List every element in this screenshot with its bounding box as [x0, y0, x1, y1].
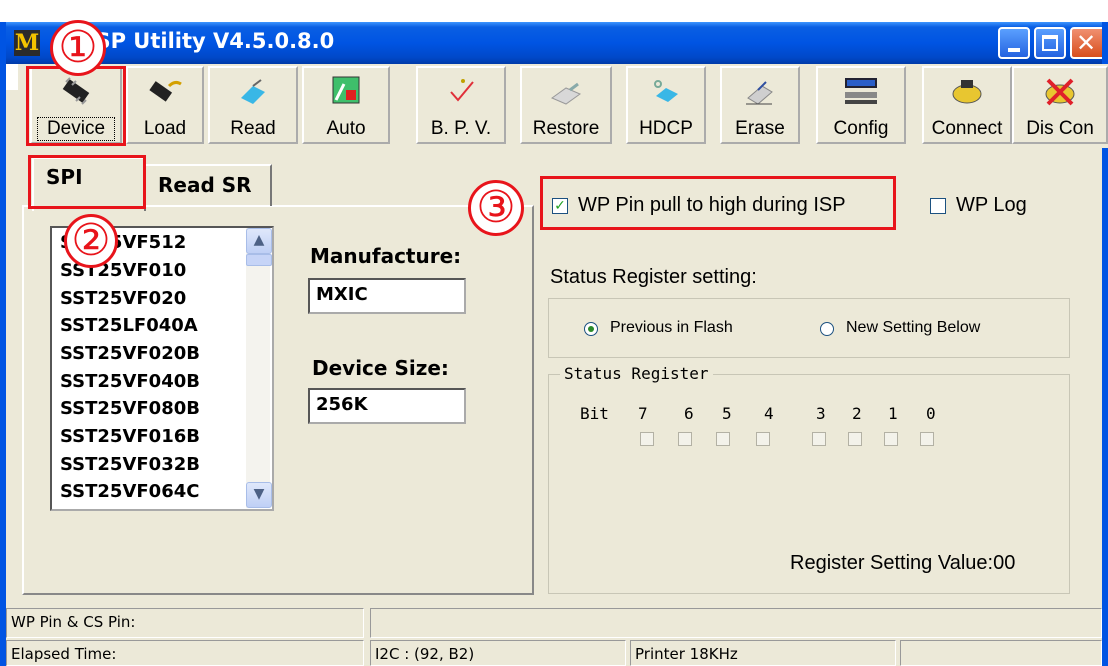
- config-button[interactable]: Config: [816, 66, 906, 144]
- status-panel-empty-2: [900, 640, 1102, 666]
- device-listbox[interactable]: SST25VF512 SST25VF010 SST25VF020 SST25LF…: [50, 226, 274, 511]
- bit-1-checkbox[interactable]: [884, 432, 898, 446]
- auto-button[interactable]: Auto: [302, 66, 390, 144]
- bit-2-checkbox[interactable]: [848, 432, 862, 446]
- status-register-title: Status Register: [560, 364, 713, 383]
- connect-label: Connect: [931, 118, 1003, 139]
- checkmark-icon: [450, 79, 474, 102]
- minimize-icon: [1008, 48, 1020, 52]
- annotation-box-2: [28, 155, 146, 209]
- bit-number: 6: [684, 404, 694, 423]
- eraser-icon: [746, 81, 773, 105]
- annotation-circle-2: ②: [64, 214, 118, 268]
- maximize-button[interactable]: [1034, 27, 1066, 59]
- close-icon: ✕: [1075, 29, 1097, 57]
- wp-log-label: WP Log: [956, 194, 1027, 216]
- window-title: r ISP Utility V4.5.0.8.0: [70, 29, 335, 53]
- wp-cs-status: WP Pin & CS Pin:: [6, 608, 364, 638]
- status-panel-empty: [370, 608, 1102, 638]
- load-label: Load: [143, 118, 187, 139]
- scroll-down-icon[interactable]: ▼: [246, 482, 272, 508]
- erase-button[interactable]: Erase: [720, 66, 800, 144]
- bit-number: 1: [888, 404, 898, 423]
- annotation-box-1: [26, 66, 126, 146]
- close-button[interactable]: ✕: [1070, 27, 1106, 59]
- device-size-label: Device Size:: [312, 356, 449, 380]
- i2c-status: I2C : (92, B2): [370, 640, 626, 666]
- hdcp-label: HDCP: [639, 118, 693, 139]
- disconnect-label: Dis Con: [1026, 118, 1094, 139]
- restore-icon: [550, 82, 582, 105]
- bit-4-checkbox[interactable]: [756, 432, 770, 446]
- list-item[interactable]: SST25VF020: [60, 288, 186, 309]
- elapsed-time-status: Elapsed Time:: [6, 640, 364, 666]
- bit-number: 3: [816, 404, 826, 423]
- list-item[interactable]: SST25VF016B: [60, 426, 200, 447]
- list-item[interactable]: SST25VF032B: [60, 454, 200, 475]
- device-list-scrollbar[interactable]: ▲ ▼: [246, 228, 272, 508]
- read-button[interactable]: Read: [208, 66, 298, 144]
- hdcp-icon: [654, 80, 678, 102]
- bit-5-checkbox[interactable]: [716, 432, 730, 446]
- list-item[interactable]: SST25VF040B: [60, 371, 200, 392]
- previous-in-flash-radio[interactable]: [584, 322, 598, 336]
- tab-read-sr[interactable]: Read SR: [146, 164, 272, 206]
- bit-0-checkbox[interactable]: [920, 432, 934, 446]
- bit-number: 7: [638, 404, 648, 423]
- restore-button[interactable]: Restore: [520, 66, 612, 144]
- list-item[interactable]: SST25LF040A: [60, 315, 198, 336]
- maximize-icon: [1042, 35, 1058, 51]
- restore-label: Restore: [532, 118, 600, 139]
- manufacture-label: Manufacture:: [310, 244, 462, 268]
- bit-3-checkbox[interactable]: [812, 432, 826, 446]
- annotation-box-3: [540, 176, 896, 230]
- wp-log-checkbox[interactable]: [930, 198, 946, 214]
- device-size-field: 256K: [308, 388, 466, 424]
- connect-icon: [952, 80, 982, 104]
- config-label: Config: [833, 118, 889, 139]
- auto-icon: [332, 76, 360, 104]
- annotation-circle-1: ①: [50, 20, 106, 76]
- list-item[interactable]: SST25VF020B: [60, 343, 200, 364]
- bit-6-checkbox[interactable]: [678, 432, 692, 446]
- bpv-label: B. P. V.: [430, 118, 492, 139]
- disconnect-icon: [1045, 78, 1075, 106]
- scroll-up-icon[interactable]: ▲: [246, 228, 272, 254]
- disconnect-button[interactable]: Dis Con: [1012, 66, 1108, 144]
- new-setting-label: New Setting Below: [846, 319, 981, 336]
- bit-number: 4: [764, 404, 774, 423]
- auto-label: Auto: [326, 118, 366, 139]
- app-icon: M: [14, 30, 40, 56]
- bit-7-checkbox[interactable]: [640, 432, 654, 446]
- list-item[interactable]: SST25VF080B: [60, 398, 200, 419]
- load-button[interactable]: Load: [126, 66, 204, 144]
- bit-number: 2: [852, 404, 862, 423]
- read-icon: [241, 79, 265, 104]
- register-setting-value: Register Setting Value:00: [790, 552, 1016, 574]
- read-label: Read: [230, 118, 276, 139]
- bit-label: Bit: [580, 404, 609, 423]
- bit-number: 5: [722, 404, 732, 423]
- hdcp-button[interactable]: HDCP: [626, 66, 706, 144]
- new-setting-radio[interactable]: [820, 322, 834, 336]
- erase-label: Erase: [735, 118, 785, 139]
- bpv-button[interactable]: B. P. V.: [416, 66, 506, 144]
- printer-status: Printer 18KHz: [630, 640, 896, 666]
- connect-button[interactable]: Connect: [922, 66, 1012, 144]
- list-item[interactable]: SST25VF064C: [60, 481, 199, 502]
- minimize-button[interactable]: [998, 27, 1030, 59]
- computer-icon: [845, 78, 877, 104]
- previous-in-flash-label: Previous in Flash: [610, 319, 733, 336]
- bit-number: 0: [926, 404, 936, 423]
- status-register-setting-label: Status Register setting:: [550, 266, 757, 288]
- manufacture-field: MXIC: [308, 278, 466, 314]
- scroll-thumb[interactable]: [246, 254, 272, 266]
- window-frame-left: [0, 22, 6, 666]
- annotation-circle-3: ③: [468, 180, 524, 236]
- chip-load-icon: [149, 80, 182, 102]
